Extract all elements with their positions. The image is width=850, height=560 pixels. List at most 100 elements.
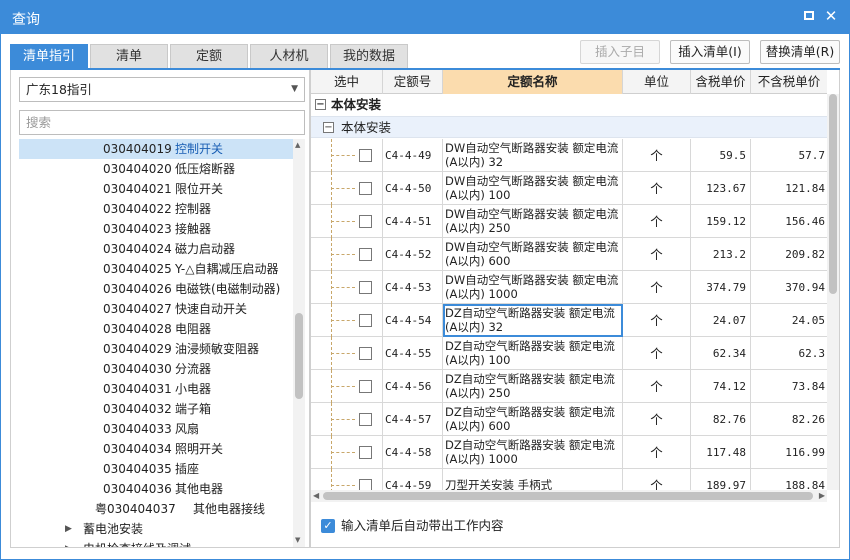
table-row[interactable]: C4-4-54 DZ自动空气断路器安装 额定电流(A以内) 32 个 24.07 24.… <box>311 304 827 337</box>
scroll-down-icon[interactable]: ▼ <box>295 536 300 544</box>
col-select[interactable]: 选中 <box>311 70 383 94</box>
insert-child-button[interactable]: 插入子目 <box>580 40 660 64</box>
table-row[interactable]: C4-4-53 DW自动空气断路器安装 额定电流(A以内) 1000 个 374.79… <box>311 271 827 304</box>
col-tax-price[interactable]: 含税单价 <box>691 70 751 94</box>
row-checkbox[interactable] <box>359 446 372 459</box>
tree-item[interactable]: 030404035 插座 <box>19 459 293 479</box>
tree-item[interactable]: 030404029 油浸频敏变阻器 <box>19 339 293 359</box>
row-checkbox[interactable] <box>359 149 372 162</box>
tree-item[interactable]: 030404019 控制开关 <box>19 139 293 159</box>
col-code[interactable]: 定额号 <box>383 70 443 94</box>
subgroup-row[interactable]: − 本体安装 <box>311 116 827 138</box>
scroll-thumb[interactable] <box>295 313 303 399</box>
quota-name[interactable]: DW自动空气断路器安装 额定电流(A以内) 1000 <box>443 271 623 304</box>
chevron-down-icon[interactable]: ▼ <box>291 78 298 101</box>
quota-name[interactable]: DW自动空气断路器安装 额定电流(A以内) 600 <box>443 238 623 271</box>
tree-item[interactable]: 030404027 快速自动开关 <box>19 299 293 319</box>
guide-library-select[interactable]: 广东18指引 ▼ <box>19 77 305 102</box>
tree-item[interactable]: 030404022 控制器 <box>19 199 293 219</box>
collapse-icon[interactable]: − <box>323 122 334 133</box>
row-checkbox[interactable] <box>359 281 372 294</box>
scroll-right-icon[interactable]: ▶ <box>819 490 825 502</box>
item-name: 控制开关 <box>175 142 224 156</box>
close-icon[interactable]: ✕ <box>824 9 838 24</box>
quota-name[interactable]: DW自动空气断路器安装 额定电流(A以内) 32 <box>443 139 623 172</box>
tree-group[interactable]: ▶ 蓄电池安装 <box>19 519 293 539</box>
item-name: 端子箱 <box>175 402 212 416</box>
tree-item[interactable]: 030404023 接触器 <box>19 219 293 239</box>
table-row[interactable]: C4-4-59 刀型开关安装 手柄式个 189.97 188.84 <box>311 469 827 490</box>
quota-name[interactable]: DZ自动空气断路器安装 额定电流(A以内) 32 <box>443 304 623 337</box>
tree-scrollbar[interactable]: ▲ ▼ <box>293 139 305 547</box>
tab-my-data[interactable]: 我的数据 <box>330 44 408 68</box>
replace-list-button[interactable]: 替换清单(R) <box>760 40 840 64</box>
quota-name[interactable]: DZ自动空气断路器安装 额定电流(A以内) 250 <box>443 370 623 403</box>
col-name[interactable]: 定额名称 <box>443 70 623 94</box>
row-checkbox[interactable] <box>359 314 372 327</box>
quota-name[interactable]: DW自动空气断路器安装 额定电流(A以内) 250 <box>443 205 623 238</box>
tree-item[interactable]: 030404034 照明开关 <box>19 439 293 459</box>
row-checkbox[interactable] <box>359 479 372 490</box>
quota-name[interactable]: DZ自动空气断路器安装 额定电流(A以内) 100 <box>443 337 623 370</box>
tree-connector <box>331 419 355 420</box>
unit-cell: 个 <box>623 139 691 172</box>
row-checkbox[interactable] <box>359 413 372 426</box>
tree-group[interactable]: ▶ 电机检查接线及调试 <box>19 539 293 547</box>
group-row[interactable]: − 本体安装 <box>311 94 827 116</box>
tree-item[interactable]: 030404028 电阻器 <box>19 319 293 339</box>
row-checkbox[interactable] <box>359 380 372 393</box>
quota-name[interactable]: DZ自动空气断路器安装 额定电流(A以内) 1000 <box>443 436 623 469</box>
maximize-icon[interactable] <box>802 9 816 23</box>
table-row[interactable]: C4-4-50 DW自动空气断路器安装 额定电流(A以内) 100 个 123.67 1… <box>311 172 827 205</box>
row-checkbox[interactable] <box>359 248 372 261</box>
tree-item[interactable]: 030404025 Y-△自耦减压启动器 <box>19 259 293 279</box>
tab-quota[interactable]: 定额 <box>170 44 248 68</box>
item-name: 接触器 <box>175 222 212 236</box>
insert-list-button[interactable]: 插入清单(I) <box>670 40 750 64</box>
item-name: 风扇 <box>175 422 200 436</box>
chevron-right-icon[interactable]: ▶ <box>65 539 72 547</box>
col-unit[interactable]: 单位 <box>623 70 691 94</box>
row-checkbox[interactable] <box>359 347 372 360</box>
table-row[interactable]: C4-4-55 DZ自动空气断路器安装 额定电流(A以内) 100 个 62.34 62… <box>311 337 827 370</box>
scroll-left-icon[interactable]: ◀ <box>313 490 319 502</box>
checkbox-checked-icon[interactable]: ✓ <box>321 519 335 533</box>
tree-item[interactable]: 粤030404037 其他电器接线 <box>19 499 293 519</box>
tree-item[interactable]: 030404030 分流器 <box>19 359 293 379</box>
subgroup-label: 本体安装 <box>341 120 392 135</box>
row-checkbox[interactable] <box>359 182 372 195</box>
tree-item[interactable]: 030404021 限位开关 <box>19 179 293 199</box>
table-row[interactable]: C4-4-49 DW自动空气断路器安装 额定电流(A以内) 32 个 59.5 57.7 <box>311 139 827 172</box>
grid-horizontal-scrollbar[interactable]: ◀ ▶ <box>311 490 827 502</box>
scroll-up-icon[interactable]: ▲ <box>295 141 300 149</box>
chevron-right-icon[interactable]: ▶ <box>65 519 72 539</box>
quota-name[interactable]: 刀型开关安装 手柄式 <box>443 469 623 490</box>
table-row[interactable]: C4-4-57 DZ自动空气断路器安装 额定电流(A以内) 600 个 82.76 82… <box>311 403 827 436</box>
tab-labor-material[interactable]: 人材机 <box>250 44 328 68</box>
tree-item[interactable]: 030404020 低压熔断器 <box>19 159 293 179</box>
quota-name[interactable]: DW自动空气断路器安装 额定电流(A以内) 100 <box>443 172 623 205</box>
tree-item[interactable]: 030404026 电磁铁(电磁制动器) <box>19 279 293 299</box>
table-row[interactable]: C4-4-58 DZ自动空气断路器安装 额定电流(A以内) 1000 个 117.48… <box>311 436 827 469</box>
row-checkbox[interactable] <box>359 215 372 228</box>
scroll-thumb[interactable] <box>829 94 837 294</box>
tree-item[interactable]: 030404031 小电器 <box>19 379 293 399</box>
tree-item[interactable]: 030404033 风扇 <box>19 419 293 439</box>
scroll-thumb[interactable] <box>323 492 813 500</box>
table-row[interactable]: C4-4-56 DZ自动空气断路器安装 额定电流(A以内) 250 个 74.12 73… <box>311 370 827 403</box>
search-input[interactable]: 搜索 <box>19 110 305 135</box>
tree-item[interactable]: 030404024 磁力启动器 <box>19 239 293 259</box>
tab-list-guide[interactable]: 清单指引 <box>10 44 88 68</box>
grid-vertical-scrollbar[interactable] <box>827 94 839 490</box>
tree-item[interactable]: 030404032 端子箱 <box>19 399 293 419</box>
quota-code: C4-4-58 <box>383 436 443 469</box>
col-notax-price[interactable]: 不含税单价 <box>751 70 827 94</box>
tab-list[interactable]: 清单 <box>90 44 168 68</box>
table-row[interactable]: C4-4-51 DW自动空气断路器安装 额定电流(A以内) 250 个 159.12 1… <box>311 205 827 238</box>
item-code: 030404026 <box>103 282 172 296</box>
collapse-icon[interactable]: − <box>315 99 326 110</box>
item-name: 小电器 <box>175 382 212 396</box>
tree-item[interactable]: 030404036 其他电器 <box>19 479 293 499</box>
quota-name[interactable]: DZ自动空气断路器安装 额定电流(A以内) 600 <box>443 403 623 436</box>
table-row[interactable]: C4-4-52 DW自动空气断路器安装 额定电流(A以内) 600 个 213.2 20… <box>311 238 827 271</box>
